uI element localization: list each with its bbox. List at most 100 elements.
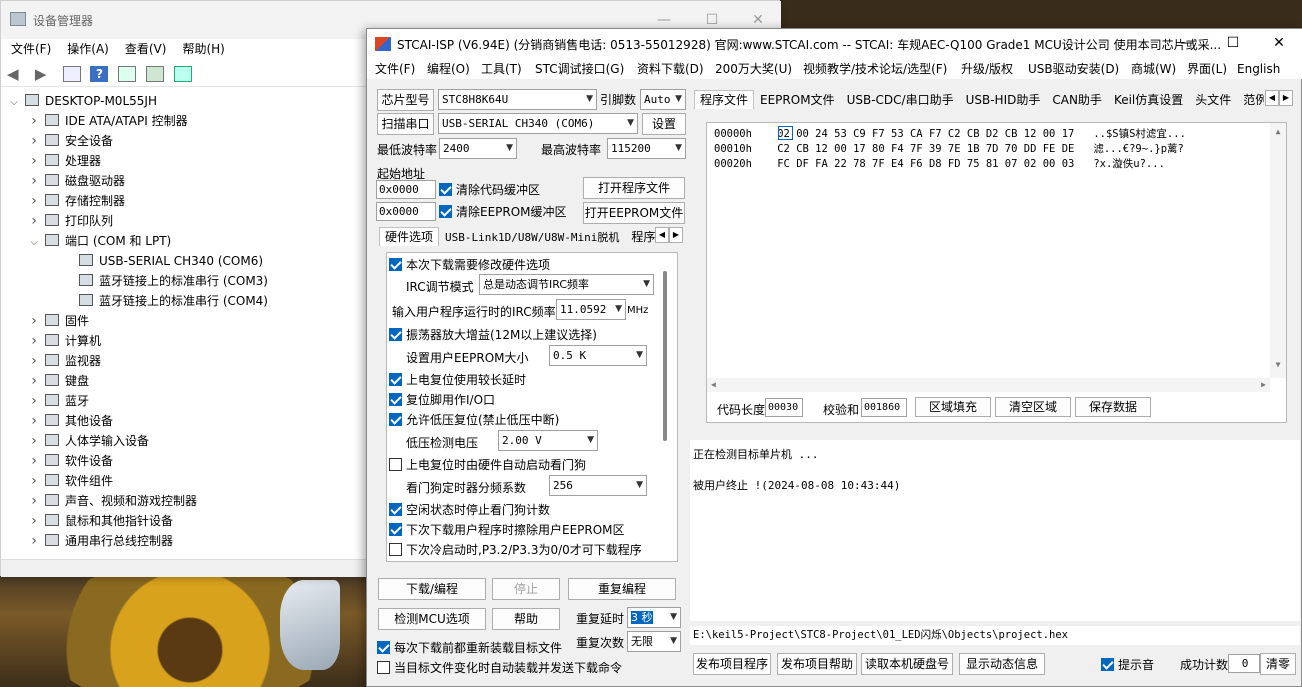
tree-item[interactable]: 蓝牙链接上的标准串行 (COM3) — [61, 271, 268, 291]
chevron-right-icon[interactable]: › — [27, 171, 41, 191]
download-program-button[interactable]: 下载/编程 — [378, 578, 486, 600]
close-button[interactable]: ✕ — [1256, 29, 1302, 59]
tree-item[interactable]: › 安全设备 — [27, 131, 113, 151]
tree-item[interactable]: › 键盘 — [27, 371, 89, 391]
pin-count-select[interactable]: Auto ▼ — [640, 89, 686, 110]
opt-oscillator-gain[interactable]: 振荡器放大增益(12M以上建议选择) — [389, 326, 597, 343]
tab-header-file[interactable]: 头文件 — [1189, 90, 1237, 110]
stc-titlebar[interactable]: STCAI-ISP (V6.94E) (分销商销售电话: 0513-550129… — [367, 29, 1302, 59]
min-baud-select[interactable]: 2400 ▼ — [439, 138, 517, 159]
tab-usb-hid[interactable]: USB-HID助手 — [960, 90, 1047, 110]
tree-item[interactable]: › 计算机 — [27, 331, 101, 351]
menu-usb-driver[interactable]: USB驱动安装(D) — [1020, 59, 1127, 79]
irc-mode-select[interactable]: 总是动态调节IRC频率 ▼ — [479, 274, 654, 295]
show-dynamic-info-button[interactable]: 显示动态信息 — [959, 653, 1045, 675]
tab-can[interactable]: CAN助手 — [1046, 90, 1108, 110]
tree-item[interactable]: ⌵ 端口 (COM 和 LPT) — [27, 231, 171, 251]
maximize-button[interactable]: ☐ — [1210, 29, 1256, 59]
chevron-right-icon[interactable]: › — [27, 211, 41, 231]
read-disk-id-button[interactable]: 读取本机硬盘号 — [861, 653, 953, 675]
opt-long-reset-delay[interactable]: 上电复位使用较长延时 — [389, 371, 526, 388]
chevron-right-icon[interactable]: › — [27, 311, 41, 331]
chevron-right-icon[interactable]: › — [27, 531, 41, 551]
eeprom-start-address-input[interactable]: 0x0000 — [376, 202, 436, 221]
hex-horizontal-scrollbar[interactable]: ◀ ▶ — [707, 378, 1270, 392]
menu-program[interactable]: 编程(O) — [419, 59, 478, 79]
tree-item[interactable]: › 其他设备 — [27, 411, 113, 431]
monitor-icon[interactable] — [173, 66, 192, 82]
tab-scroll-right-button[interactable]: ▶ — [669, 227, 683, 243]
publish-project-program-button[interactable]: 发布项目程序 — [693, 653, 771, 675]
tree-item[interactable]: › 处理器 — [27, 151, 101, 171]
repeat-program-button[interactable]: 重复编程 — [568, 578, 676, 600]
tree-item[interactable]: › 固件 — [27, 311, 89, 331]
repeat-count-select[interactable]: 无限 ▼ — [627, 631, 681, 652]
tab-scroll-right-button[interactable]: ▶ — [1279, 90, 1293, 106]
tree-item[interactable]: › 蓝牙 — [27, 391, 89, 411]
menu-view[interactable]: 查看(V) — [117, 39, 175, 59]
help-button[interactable]: 帮助 — [492, 608, 560, 630]
tab-eeprom-file[interactable]: EEPROM文件 — [754, 90, 841, 110]
max-baud-select[interactable]: 115200 ▼ — [607, 138, 686, 159]
menu-shop[interactable]: 商城(W) — [1123, 59, 1184, 79]
auto-reload-checkbox[interactable]: 当目标文件变化时自动装载并发送下载命令 — [377, 659, 622, 676]
panel-scrollbar[interactable] — [663, 271, 667, 441]
chevron-right-icon[interactable]: › — [27, 191, 41, 211]
open-program-file-button[interactable]: 打开程序文件 — [583, 177, 685, 199]
lvd-voltage-select[interactable]: 2.00 V ▼ — [498, 430, 598, 451]
menu-help[interactable]: 帮助(H) — [174, 39, 232, 59]
menu-tools[interactable]: 工具(T) — [473, 59, 530, 79]
tab-scroll-left-button[interactable]: ◀ — [1265, 90, 1279, 106]
save-data-button[interactable]: 保存数据 — [1075, 397, 1151, 417]
menu-upgrade[interactable]: 升级/版权 — [953, 59, 1021, 79]
back-arrow-icon[interactable]: ◀ — [7, 66, 25, 82]
eeprom-size-select[interactable]: 0.5 K ▼ — [549, 345, 647, 366]
sound-checkbox[interactable]: 提示音 — [1101, 656, 1154, 673]
help-icon[interactable]: ? — [90, 66, 109, 82]
tab-usb-cdc-serial[interactable]: USB-CDC/串口助手 — [841, 90, 960, 110]
tab-keil-sim[interactable]: Keil仿真设置 — [1108, 90, 1189, 110]
tab-hardware-options[interactable]: 硬件选项 — [379, 227, 440, 246]
clear-area-button[interactable]: 清空区域 — [995, 397, 1071, 417]
chevron-down-icon[interactable]: ⌵ — [27, 233, 41, 253]
fill-area-button[interactable]: 区域填充 — [915, 397, 991, 417]
detect-mcu-options-button[interactable]: 检测MCU选项 — [378, 608, 486, 630]
tree-root[interactable]: ⌵ DESKTOP-M0L55JH — [7, 91, 157, 111]
menu-english[interactable]: English — [1229, 59, 1288, 79]
chevron-right-icon[interactable]: › — [27, 331, 41, 351]
tree-item[interactable]: › 监视器 — [27, 351, 101, 371]
port-settings-button[interactable]: 设置 — [642, 113, 686, 135]
menu-file[interactable]: 文件(F) — [1, 39, 59, 59]
chevron-down-icon[interactable]: ⌵ — [7, 93, 21, 113]
opt-auto-watchdog[interactable]: 上电复位时由硬件自动启动看门狗 — [389, 456, 586, 473]
tree-item[interactable]: 蓝牙链接上的标准串行 (COM4) — [61, 291, 268, 311]
tree-item[interactable]: › 软件组件 — [27, 471, 113, 491]
chevron-right-icon[interactable]: › — [27, 471, 41, 491]
target-file-path[interactable]: E:\keil5-Project\STC8-Project\01_LED闪烁\O… — [690, 626, 1300, 645]
chip-model-button[interactable]: 芯片型号 — [377, 89, 434, 111]
chevron-right-icon[interactable]: › — [27, 351, 41, 371]
tree-item[interactable]: › 存储控制器 — [27, 191, 125, 211]
opt-idle-stop-watchdog[interactable]: 空闲状态时停止看门狗计数 — [389, 501, 550, 518]
clear-code-buffer-checkbox[interactable]: 清除代码缓冲区 — [439, 181, 540, 198]
irc-frequency-select[interactable]: 11.0592 ▼ — [556, 299, 626, 320]
menu-interface[interactable]: 界面(L) — [1179, 59, 1235, 79]
chevron-right-icon[interactable]: › — [27, 431, 41, 451]
minimize-button[interactable]: — — [1164, 29, 1210, 59]
chip-model-select[interactable]: STC8H8K64U ▼ — [438, 89, 597, 110]
code-start-address-input[interactable]: 0x0000 — [376, 180, 436, 199]
output-log[interactable]: 正在检测目标单片机 ... 被用户终止 !(2024-08-08 10:43:4… — [690, 440, 1300, 621]
clear-eeprom-buffer-checkbox[interactable]: 清除EEPROM缓冲区 — [439, 203, 567, 220]
tree-item[interactable]: › 声音、视频和游戏控制器 — [27, 491, 197, 511]
tree-item[interactable]: › 磁盘驱动器 — [27, 171, 125, 191]
menu-download-docs[interactable]: 资料下载(D) — [629, 59, 712, 79]
tree-item[interactable]: › IDE ATA/ATAPI 控制器 — [27, 111, 187, 131]
tree-item[interactable]: › 通用串行总线控制器 — [27, 531, 173, 551]
tree-item[interactable]: › 鼠标和其他指针设备 — [27, 511, 173, 531]
menu-action[interactable]: 操作(A) — [59, 39, 117, 59]
menu-file[interactable]: 文件(F) — [367, 59, 423, 79]
wdt-prescaler-select[interactable]: 256 ▼ — [549, 475, 647, 496]
tree-item[interactable]: USB-SERIAL CH340 (COM6) — [61, 251, 263, 271]
tree-item[interactable]: › 打印队列 — [27, 211, 113, 231]
open-eeprom-file-button[interactable]: 打开EEPROM文件 — [583, 202, 685, 224]
